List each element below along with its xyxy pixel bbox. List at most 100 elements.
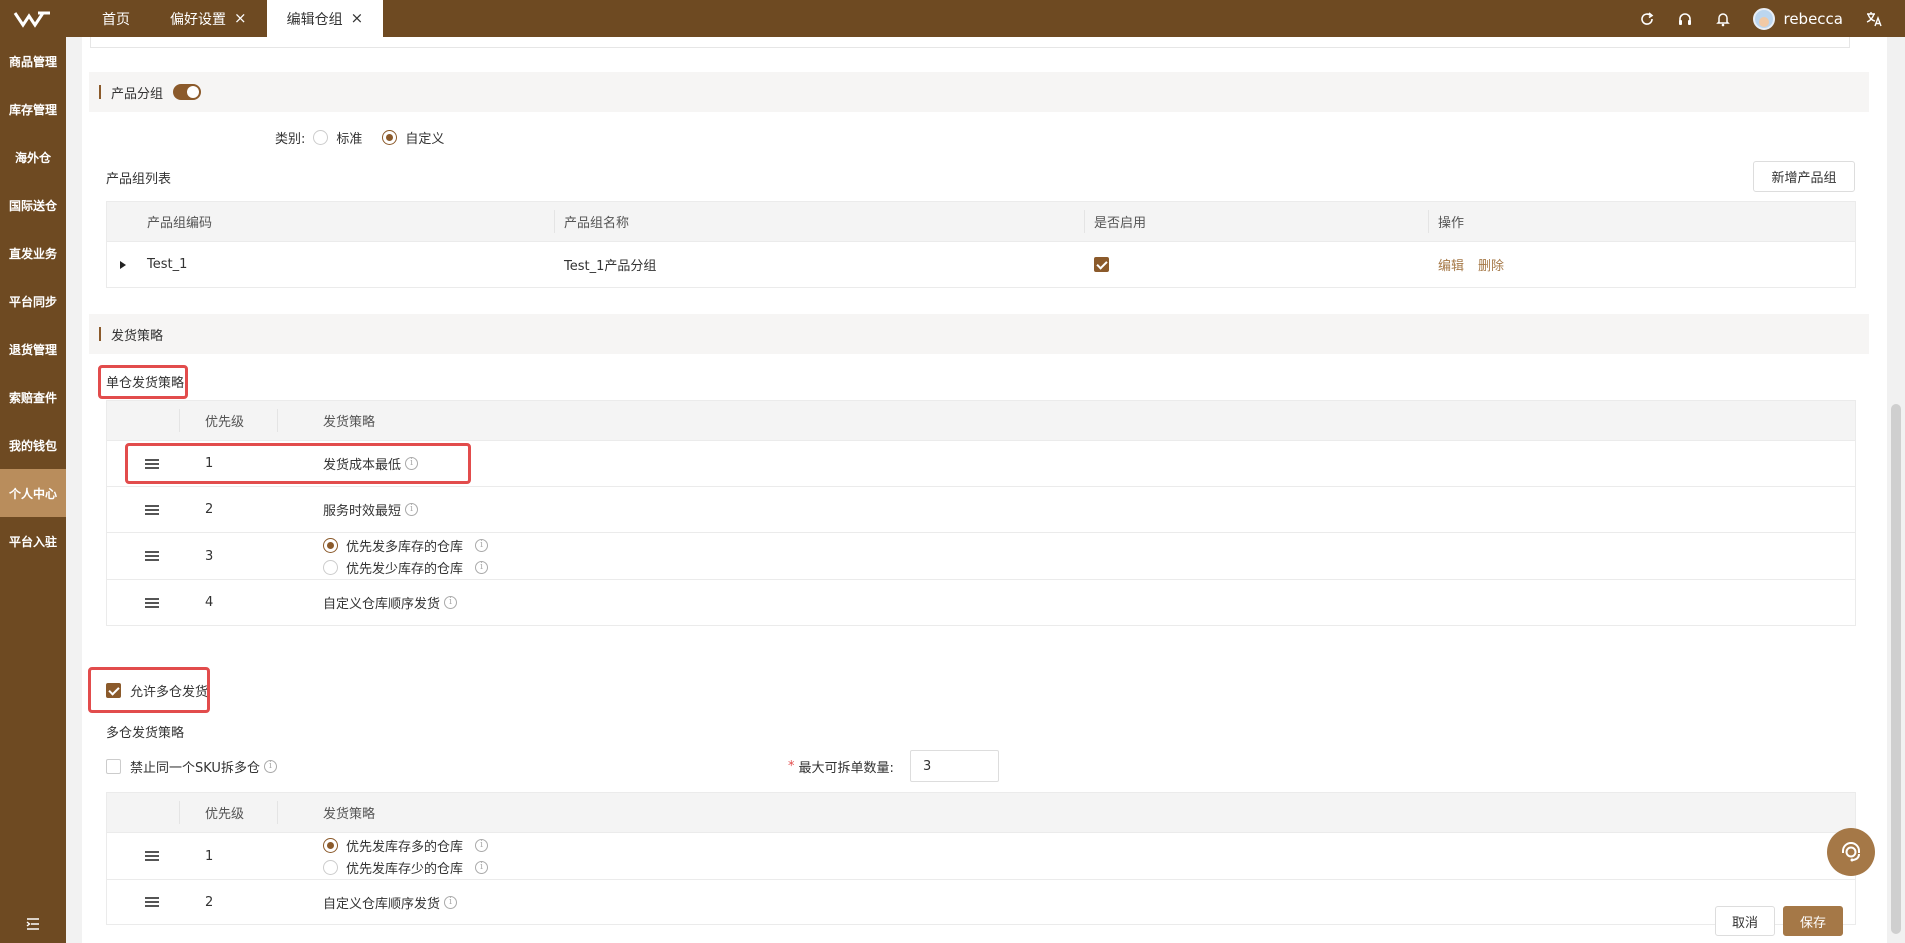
collapse-menu-icon[interactable] — [0, 917, 66, 939]
strategy-option-label: 优先发库存少的仓库 — [346, 861, 464, 877]
scrollbar[interactable] — [1887, 37, 1905, 943]
forbid-split-option[interactable]: 禁止同一个SKU拆多仓 i — [106, 757, 277, 776]
sidebar-item-wallet[interactable]: 我的钱包 — [0, 421, 66, 469]
headset-icon[interactable] — [1677, 11, 1693, 27]
strategy-radio-less-stock[interactable] — [323, 559, 338, 575]
info-icon[interactable]: i — [263, 759, 277, 773]
customer-service-button[interactable] — [1827, 828, 1875, 876]
product-group-table: 产品组编码 产品组名称 是否启用 操作 Test_1 Test_1产品分组 编辑… — [106, 201, 1856, 288]
tab-bar: 首页 偏好设置 × 编辑仓组 × — [82, 0, 384, 37]
section-marker — [99, 327, 101, 341]
tab-edit-warehouse-group[interactable]: 编辑仓组 × — [266, 0, 384, 37]
tab-label: 编辑仓组 — [286, 11, 343, 28]
expand-row-icon[interactable] — [119, 242, 127, 287]
strategy-radio-less-stock[interactable] — [323, 859, 338, 875]
strategy-radio-more-stock[interactable] — [323, 537, 338, 553]
info-icon[interactable]: i — [475, 838, 489, 852]
strategy-radio-more-stock[interactable] — [323, 837, 338, 853]
tab-home[interactable]: 首页 — [82, 0, 150, 37]
sidebar-item-returns[interactable]: 退货管理 — [0, 325, 66, 373]
strategy-option-label: 优先发库存多的仓库 — [346, 839, 464, 855]
product-group-toggle[interactable] — [173, 84, 202, 100]
tab-label: 首页 — [102, 11, 130, 28]
table-row: 2 自定义仓库顺序发货 i — [107, 879, 1855, 925]
product-group-list-title: 产品组列表 — [106, 171, 172, 187]
priority-value: 2 — [205, 502, 214, 517]
tab-preferences[interactable]: 偏好设置 × — [150, 0, 267, 37]
priority-value: 2 — [205, 894, 214, 910]
multi-warehouse-title: 多仓发货策略 — [106, 725, 185, 741]
priority-value: 4 — [205, 595, 214, 610]
table-row: 4 自定义仓库顺序发货 i — [107, 579, 1855, 625]
drag-handle-icon[interactable] — [145, 851, 159, 861]
close-icon[interactable]: × — [234, 11, 247, 26]
scrollbar-thumb[interactable] — [1891, 404, 1901, 934]
info-icon[interactable]: i — [475, 560, 489, 574]
single-warehouse-table: 优先级 发货策略 1 发货成本最低 i 2 服务时效最短 i 3 优先发多库存的仓库… — [106, 400, 1856, 626]
add-product-group-button[interactable]: 新增产品组 — [1753, 161, 1855, 192]
max-split-input[interactable]: 3 — [910, 750, 999, 782]
section-marker — [99, 85, 101, 99]
info-icon[interactable]: i — [405, 457, 419, 470]
avatar — [1753, 7, 1776, 30]
table-row: 2 服务时效最短 i — [107, 486, 1855, 532]
info-icon[interactable]: i — [475, 538, 489, 552]
required-mark: * — [788, 758, 795, 774]
category-radio-standard[interactable] — [313, 129, 329, 145]
enabled-checkbox[interactable] — [1094, 257, 1109, 272]
strategy-label: 自定义仓库顺序发货 — [323, 597, 441, 612]
column-header: 操作 — [1438, 216, 1465, 231]
column-header: 是否启用 — [1094, 216, 1147, 231]
sidebar-item-inventory-management[interactable]: 库存管理 — [0, 85, 66, 133]
sidebar-item-claims[interactable]: 索赔查件 — [0, 373, 66, 421]
column-header: 发货策略 — [323, 415, 376, 430]
user-name: rebecca — [1783, 9, 1843, 28]
drag-handle-icon[interactable] — [145, 504, 159, 515]
category-option-label: 自定义 — [405, 131, 445, 147]
refresh-icon[interactable] — [1639, 11, 1655, 27]
previous-section-box — [90, 37, 1850, 48]
edit-link[interactable]: 编辑 — [1438, 255, 1464, 274]
drag-handle-icon[interactable] — [145, 897, 159, 907]
info-icon[interactable]: i — [444, 895, 458, 909]
category-radio-custom[interactable] — [382, 129, 398, 145]
allow-multi-warehouse-option[interactable]: 允许多仓发货 — [106, 681, 208, 700]
forbid-split-checkbox[interactable] — [106, 758, 121, 774]
sidebar-item-personal-center[interactable]: 个人中心 — [0, 469, 66, 517]
category-label: 类别: — [275, 131, 306, 147]
drag-handle-icon[interactable] — [145, 551, 159, 561]
translate-icon[interactable] — [1865, 11, 1883, 27]
priority-value: 3 — [205, 548, 214, 564]
multi-warehouse-table: 优先级 发货策略 1 优先发库存多的仓库 i 优先发库存少的仓库 i 2 自定义仓库… — [106, 792, 1856, 925]
sidebar-item-platform-onboarding[interactable]: 平台入驻 — [0, 517, 66, 565]
bell-icon[interactable] — [1715, 11, 1731, 27]
drag-handle-icon[interactable] — [145, 458, 159, 469]
logo[interactable] — [0, 0, 66, 37]
table-header: 产品组编码 产品组名称 是否启用 操作 — [107, 202, 1855, 241]
save-button[interactable]: 保存 — [1783, 906, 1843, 936]
table-row: 1 优先发库存多的仓库 i 优先发库存少的仓库 i — [107, 832, 1855, 879]
sidebar-item-product-management[interactable]: 商品管理 — [0, 37, 66, 85]
table-row: Test_1 Test_1产品分组 编辑 删除 — [107, 241, 1855, 287]
sidebar-item-platform-sync[interactable]: 平台同步 — [0, 277, 66, 325]
cancel-button[interactable]: 取消 — [1715, 906, 1775, 936]
info-icon[interactable]: i — [444, 596, 458, 609]
forbid-split-label: 禁止同一个SKU拆多仓 — [130, 760, 260, 776]
sidebar-item-international-delivery[interactable]: 国际送仓 — [0, 181, 66, 229]
single-warehouse-title: 单仓发货策略 — [106, 375, 185, 391]
user-menu[interactable]: rebecca — [1753, 7, 1843, 30]
delete-link[interactable]: 删除 — [1478, 255, 1504, 274]
drag-handle-icon[interactable] — [145, 597, 159, 608]
info-icon[interactable]: i — [475, 860, 489, 874]
allow-multi-warehouse-checkbox[interactable] — [106, 682, 121, 698]
close-icon[interactable]: × — [351, 11, 364, 26]
sidebar-item-overseas-warehouse[interactable]: 海外仓 — [0, 133, 66, 181]
table-row: 3 优先发多库存的仓库 i 优先发少库存的仓库 i — [107, 532, 1855, 579]
column-header: 发货策略 — [323, 807, 376, 822]
strategy-option-label: 优先发少库存的仓库 — [346, 561, 464, 577]
table-header: 优先级 发货策略 — [107, 401, 1855, 440]
sidebar-item-direct-shipping[interactable]: 直发业务 — [0, 229, 66, 277]
info-icon[interactable]: i — [405, 503, 419, 516]
section-title: 产品分组 — [111, 86, 164, 102]
strategy-label: 自定义仓库顺序发货 — [323, 896, 441, 912]
